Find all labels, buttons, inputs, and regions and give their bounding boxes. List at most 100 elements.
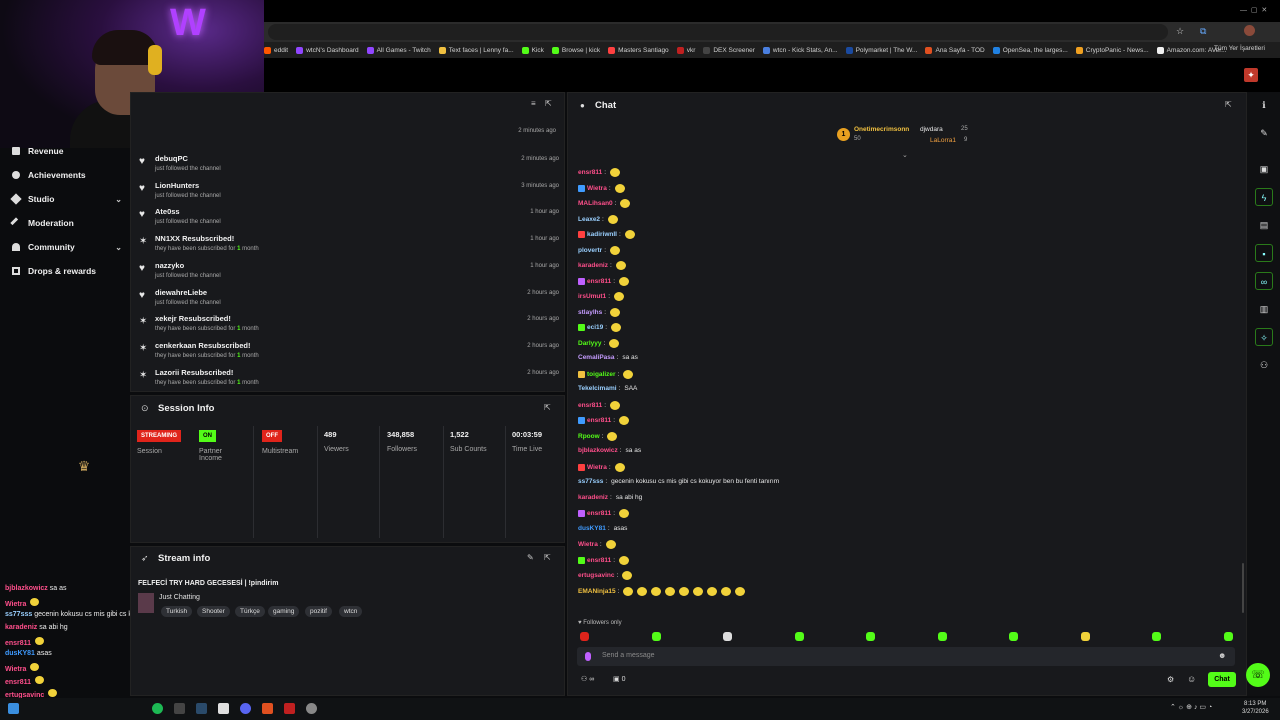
notepad-icon[interactable]	[218, 703, 229, 714]
wrench-icon[interactable]: ✧	[1255, 328, 1273, 346]
bookmark-item[interactable]: Text faces | Lenny fa...	[438, 46, 514, 54]
chat-username[interactable]: ensr811	[587, 510, 611, 517]
chrome-icon[interactable]	[306, 703, 317, 714]
support-chat-button[interactable]: ☏	[1246, 663, 1270, 687]
bookmark-item[interactable]: OpenSea, the larges...	[992, 46, 1068, 54]
quick-emote-icon[interactable]	[1152, 632, 1161, 641]
bookmark-item[interactable]: wtcn - Kick Stats, An...	[762, 46, 838, 54]
stream-tag[interactable]: pozitif	[305, 606, 332, 617]
bookmark-item[interactable]: CryptoPanic - News...	[1075, 46, 1149, 54]
users-icon[interactable]: ☺	[1187, 674, 1196, 684]
bookmarks-folder[interactable]: Tüm Yer İşaretleri	[1214, 45, 1265, 52]
chat-username[interactable]: ensr811	[587, 417, 611, 424]
chat-username[interactable]: stlaylhs	[578, 309, 602, 316]
quick-emote-icon[interactable]	[1080, 632, 1090, 641]
chat-username[interactable]: Wietra	[587, 464, 607, 471]
stream-tag[interactable]: Shooter	[197, 606, 230, 617]
mic-icon[interactable]	[585, 652, 591, 661]
sidebar-item-drops-rewards[interactable]: Drops & rewards	[12, 266, 122, 276]
chat-username[interactable]: bjblazkowicz	[578, 447, 618, 454]
window-controls[interactable]: — ▢ ✕	[1240, 6, 1267, 14]
address-bar[interactable]	[268, 24, 1168, 40]
gifter-3-name[interactable]: LaLorra1	[930, 137, 956, 144]
send-chat-button[interactable]: Chat	[1208, 672, 1236, 687]
popout-icon[interactable]: ⇱	[545, 99, 552, 108]
windows-start-icon[interactable]	[8, 703, 19, 714]
chat-username[interactable]: Darlyyy	[578, 340, 602, 347]
chat-username[interactable]: MALihsan0	[578, 200, 613, 207]
chat-username[interactable]: Wietra	[587, 185, 607, 192]
stream-tag[interactable]: wtcn	[339, 606, 363, 617]
chat-settings-icon[interactable]: ⚙	[1167, 675, 1174, 684]
bookmark-item[interactable]: wtcN's Dashboard	[296, 46, 359, 54]
chat-username[interactable]: dusKY81	[578, 525, 606, 532]
quick-emote-icon[interactable]	[580, 632, 589, 641]
edit-icon[interactable]: ✎	[527, 553, 534, 562]
clock-date[interactable]: 3/27/2026	[1242, 709, 1269, 715]
chat-username[interactable]: ss77sss	[578, 478, 603, 485]
steam-icon[interactable]	[196, 703, 207, 714]
discord-icon[interactable]	[240, 703, 251, 714]
drop-icon[interactable]: ⚇	[1255, 356, 1273, 374]
stream-tag[interactable]: Turkish	[161, 606, 193, 617]
chat-username[interactable]: Rpoow	[578, 433, 600, 440]
pencil-icon[interactable]: ✎	[1255, 124, 1273, 142]
chat-username[interactable]: karadeniz	[578, 494, 608, 501]
bookmark-item[interactable]: Browse | kick	[551, 46, 600, 54]
chat-username[interactable]: irsUmut1	[578, 293, 606, 300]
bookmark-item[interactable]: All Games - Twitch	[366, 46, 431, 54]
brave-icon[interactable]	[262, 703, 273, 714]
app-icon[interactable]	[174, 703, 185, 714]
profile-avatar[interactable]	[1244, 25, 1255, 36]
quick-emote-icon[interactable]	[866, 632, 875, 641]
top-gifter-name[interactable]: Onetimecrimsonn	[854, 126, 909, 133]
spotify-icon[interactable]	[152, 703, 163, 714]
info-icon[interactable]: ℹ	[1255, 96, 1273, 114]
popout-icon[interactable]: ⇱	[1225, 100, 1232, 109]
quick-emote-icon[interactable]	[794, 632, 804, 641]
chat-username[interactable]: Tekelcimami	[578, 385, 617, 392]
bookmark-item[interactable]: eddit	[264, 46, 288, 54]
chat-username[interactable]: ensr811	[587, 278, 611, 285]
popout-icon[interactable]: ⇱	[544, 403, 551, 412]
chat-icon[interactable]: ▪	[1255, 244, 1273, 262]
lightning-icon[interactable]: ϟ	[1255, 188, 1273, 206]
popout-icon[interactable]: ⇱	[544, 553, 551, 562]
bookmark-item[interactable]: Ana Sayfa - TOD	[925, 46, 985, 54]
chat-username[interactable]: plovertr	[578, 247, 602, 254]
extensions-icon[interactable]: ⧉	[1200, 26, 1206, 37]
quick-emote-icon[interactable]	[723, 632, 732, 641]
star-icon[interactable]: ☆	[1176, 26, 1184, 37]
chat-username[interactable]: karadeniz	[578, 262, 608, 269]
gift-counter[interactable]: ▣ 0	[613, 675, 625, 683]
quick-emote-icon[interactable]	[1009, 632, 1018, 641]
sidebar-item-revenue[interactable]: Revenue	[12, 146, 122, 156]
chat-username[interactable]: toigalizer	[587, 371, 616, 378]
document-icon[interactable]: ▤	[1255, 216, 1273, 234]
chat-username[interactable]: CemaliPasa	[578, 354, 615, 361]
sidebar-item-community[interactable]: Community ⌄	[12, 242, 122, 252]
screen-icon[interactable]: ▣	[1255, 160, 1273, 178]
stream-tag[interactable]: gaming	[268, 606, 300, 617]
emoji-icon[interactable]: ☻	[1218, 651, 1226, 660]
chat-username[interactable]: kadiriwnII	[587, 231, 617, 238]
app-icon[interactable]	[284, 703, 295, 714]
bookmark-item[interactable]: vkr	[676, 46, 695, 54]
chat-message-input[interactable]: Send a message ☻	[577, 647, 1235, 666]
bookmark-item[interactable]: Polymarket | The W...	[845, 46, 917, 54]
chat-username[interactable]: Leaxe2	[578, 216, 600, 223]
bookmark-item[interactable]: Masters Santiago	[608, 46, 669, 54]
chat-username[interactable]: ensr811	[578, 169, 602, 176]
stream-tag[interactable]: Türkçe	[235, 606, 265, 617]
chat-username[interactable]: ensr811	[578, 402, 602, 409]
chevron-down-icon[interactable]: ⌄	[902, 151, 908, 159]
sidebar-item-moderation[interactable]: Moderation	[10, 217, 122, 229]
chat-username[interactable]: ensr811	[587, 557, 611, 564]
chat-scrollbar[interactable]	[1242, 563, 1244, 613]
bookmark-item[interactable]: Kick	[521, 46, 544, 54]
filter-icon[interactable]: ≡	[531, 99, 536, 108]
chat-username[interactable]: eci19	[587, 324, 603, 331]
chat-username[interactable]: ertugsavinc	[578, 572, 615, 579]
quick-emote-icon[interactable]	[651, 632, 661, 641]
kicks-icon[interactable]: ⚇ ∞	[581, 675, 594, 683]
